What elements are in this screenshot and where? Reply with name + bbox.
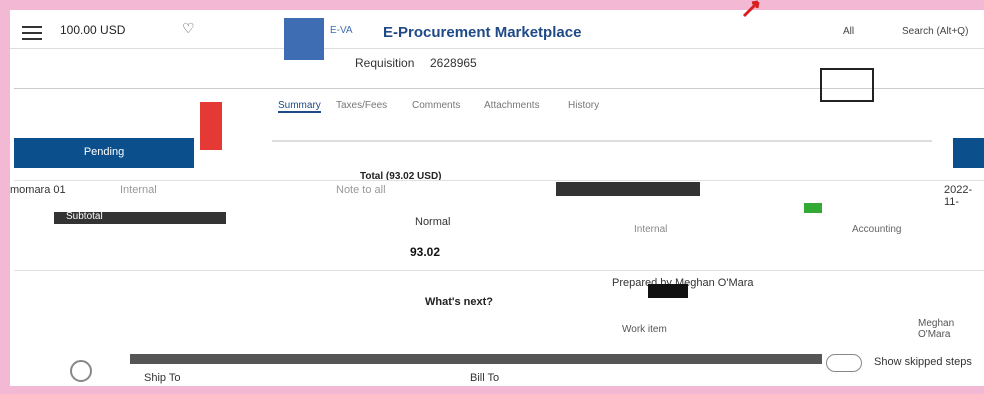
accounting-label: Accounting (852, 224, 902, 235)
subtotal-label: Subtotal (66, 211, 103, 222)
bill-to-heading: Bill To (470, 372, 500, 384)
work-item-label: Work item (622, 324, 667, 335)
search-scope-select[interactable]: All (843, 26, 854, 37)
menu-icon[interactable] (22, 26, 42, 40)
cart-icon[interactable] (820, 68, 874, 102)
cursor-arrow-icon (742, 0, 760, 18)
eva-logo[interactable] (284, 18, 324, 60)
tab-taxes-fees[interactable]: Taxes/Fees (336, 100, 387, 111)
tab-summary[interactable]: Summary (278, 100, 321, 113)
show-skipped-label: Show skipped steps (874, 356, 972, 368)
priority-value: Normal (415, 216, 451, 228)
ship-to-heading: Ship To (144, 372, 181, 384)
note-to-all-label: Note to all (336, 184, 386, 196)
value-bar (556, 182, 700, 196)
document-icon (200, 102, 222, 150)
tab-history[interactable]: History (568, 100, 599, 111)
tab-attachments[interactable]: Attachments (484, 100, 540, 111)
approval-progress-bar (130, 354, 822, 364)
logo-text: E-VA (330, 25, 353, 36)
amount-value: 93.02 (410, 245, 441, 259)
favorites-icon[interactable]: ♡ (182, 20, 195, 37)
whats-next-heading: What's next? (425, 296, 494, 308)
requisition-number: 2628965 (430, 56, 477, 70)
date-value: 2022-11- (944, 184, 973, 208)
side-action-button[interactable] (953, 138, 984, 168)
tab-comments[interactable]: Comments (412, 100, 460, 111)
check-icon (804, 203, 822, 213)
avatar (648, 284, 688, 298)
cart-amount[interactable]: 100.00 USD (60, 23, 125, 37)
search-input[interactable]: Search (Alt+Q) (902, 26, 968, 37)
divider (14, 180, 984, 181)
seal-icon (70, 360, 92, 382)
requester-name: momara 01 (10, 184, 66, 196)
show-skipped-toggle[interactable] (826, 354, 862, 372)
internal-comment-label: Internal (634, 224, 668, 235)
requisition-title: Requisition (355, 56, 415, 70)
app-title: E-Procurement Marketplace (383, 24, 582, 41)
internal-label: Internal (120, 184, 157, 196)
status-badge: Pending (14, 138, 194, 168)
divider (14, 270, 984, 271)
panel-divider (272, 140, 932, 142)
assignee-name: Meghan O'Mara (918, 318, 955, 340)
